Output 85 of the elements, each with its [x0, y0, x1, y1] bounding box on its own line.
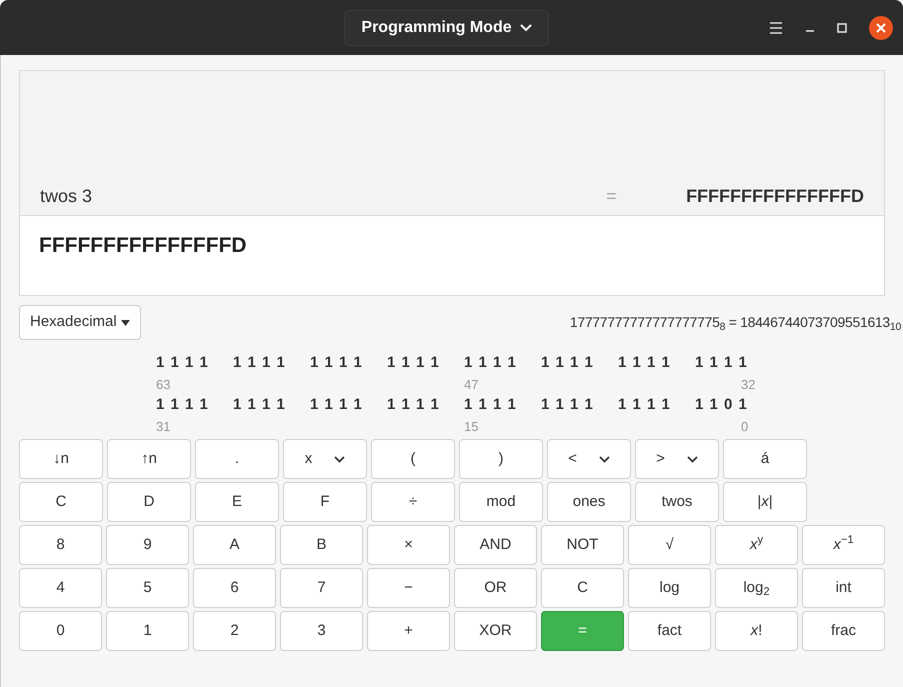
- menu-key[interactable]: x: [283, 439, 367, 479]
- bit-index: 0: [741, 418, 748, 436]
- bit-group[interactable]: 1 1 0 1: [695, 394, 748, 416]
- history-expression: twos 3: [40, 184, 94, 208]
- calculator-key[interactable]: C: [19, 482, 103, 522]
- calculator-key[interactable]: ones: [547, 482, 631, 522]
- calculator-key[interactable]: D: [107, 482, 191, 522]
- equals-sign: =: [606, 184, 618, 208]
- calculator-key[interactable]: 0: [19, 611, 102, 651]
- bit-group[interactable]: 1 1 1 1: [310, 352, 363, 374]
- caret-icon: [334, 456, 346, 462]
- calculator-key[interactable]: 2: [193, 611, 276, 651]
- calculator-key[interactable]: B: [280, 525, 363, 565]
- bit-group[interactable]: 1 1 1 1: [464, 394, 517, 416]
- calculator-key[interactable]: log$_{2}$: [715, 568, 798, 608]
- caret-icon: [598, 456, 610, 462]
- calculator-key[interactable]: x$^{−1}$: [802, 525, 885, 565]
- caret-icon: [120, 320, 130, 326]
- calculator-key[interactable]: F: [283, 482, 367, 522]
- calculator-key[interactable]: 9: [106, 525, 189, 565]
- calculator-key[interactable]: ↑n: [107, 439, 191, 479]
- bit-index: 15: [464, 418, 478, 436]
- calculator-key[interactable]: 6: [193, 568, 276, 608]
- base-dropdown[interactable]: Hexadecimal: [19, 305, 141, 340]
- calculator-key[interactable]: C: [541, 568, 624, 608]
- bit-group[interactable]: 1 1 1 1: [695, 352, 748, 374]
- calculator-key[interactable]: int: [802, 568, 885, 608]
- calculator-key[interactable]: NOT: [541, 525, 624, 565]
- entry-field[interactable]: FFFFFFFFFFFFFFFD: [19, 216, 885, 296]
- calculator-key[interactable]: ×: [367, 525, 450, 565]
- calculator-key[interactable]: +: [367, 611, 450, 651]
- bit-index: 32: [741, 376, 756, 394]
- bit-group[interactable]: 1 1 1 1: [233, 394, 286, 416]
- mode-menu-button[interactable]: Programming Mode: [344, 10, 549, 46]
- bit-group[interactable]: 1 1 1 1: [156, 352, 209, 374]
- bit-group[interactable]: 1 1 1 1: [387, 352, 440, 374]
- calculator-key[interactable]: A: [193, 525, 276, 565]
- calculator-key[interactable]: ): [459, 439, 543, 479]
- calculator-key[interactable]: √: [628, 525, 711, 565]
- calculator-key[interactable]: 3: [280, 611, 363, 651]
- calculator-key[interactable]: 4: [19, 568, 102, 608]
- calculator-key[interactable]: E: [195, 482, 279, 522]
- calculator-key[interactable]: 1: [106, 611, 189, 651]
- menu-key[interactable]: <: [547, 439, 631, 479]
- calculator-key[interactable]: OR: [454, 568, 537, 608]
- close-icon[interactable]: [869, 16, 894, 40]
- bit-group[interactable]: 1 1 1 1: [233, 352, 286, 374]
- bit-index: 47: [464, 376, 478, 394]
- bit-group[interactable]: 1 1 1 1: [310, 394, 363, 416]
- calculator-key[interactable]: fact: [628, 611, 711, 651]
- maximize-icon[interactable]: [837, 22, 848, 32]
- calculator-key[interactable]: ↓n: [19, 439, 103, 479]
- calculator-key[interactable]: (: [371, 439, 455, 479]
- calculator-key[interactable]: log: [628, 568, 711, 608]
- calculator-key[interactable]: −: [367, 568, 450, 608]
- calculator-key[interactable]: XOR: [454, 611, 537, 651]
- calculator-key[interactable]: ÷: [371, 482, 455, 522]
- calculator-key[interactable]: AND: [454, 525, 537, 565]
- calculator-key[interactable]: 8: [19, 525, 102, 565]
- entry-value: FFFFFFFFFFFFFFFD: [39, 234, 247, 257]
- bit-group[interactable]: 1 1 1 1: [387, 394, 440, 416]
- bit-index: 31: [156, 418, 170, 436]
- calculator-key[interactable]: mod: [459, 482, 543, 522]
- bit-index: 63: [156, 376, 170, 394]
- history-result: FFFFFFFFFFFFFFFD: [686, 184, 864, 208]
- bit-group[interactable]: 1 1 1 1: [618, 352, 671, 374]
- calculator-key[interactable]: twos: [635, 482, 719, 522]
- calculator-key[interactable]: frac: [802, 611, 885, 651]
- calculator-key[interactable]: á: [723, 439, 807, 479]
- calculator-key[interactable]: 7: [280, 568, 363, 608]
- bit-group[interactable]: 1 1 1 1: [541, 394, 594, 416]
- menu-icon[interactable]: [769, 22, 784, 34]
- bit-group[interactable]: 1 1 1 1: [464, 352, 517, 374]
- calculator-key[interactable]: .: [195, 439, 279, 479]
- calculator-key[interactable]: x!: [715, 611, 798, 651]
- bit-group[interactable]: 1 1 1 1: [541, 352, 594, 374]
- caret-icon: [686, 456, 698, 462]
- bit-group[interactable]: 1 1 1 1: [618, 394, 671, 416]
- calculator-key[interactable]: |x|: [723, 482, 807, 522]
- conversion-text: 17777777777777777775$_{8}$ = 18446744073709551613$_{10}$: [570, 313, 901, 333]
- bit-group[interactable]: 1 1 1 1: [156, 394, 209, 416]
- calculator-key[interactable]: x$^{y}$: [715, 525, 798, 565]
- calculator-key[interactable]: 5: [106, 568, 189, 608]
- menu-key[interactable]: >: [635, 439, 719, 479]
- caret-icon: [520, 24, 532, 32]
